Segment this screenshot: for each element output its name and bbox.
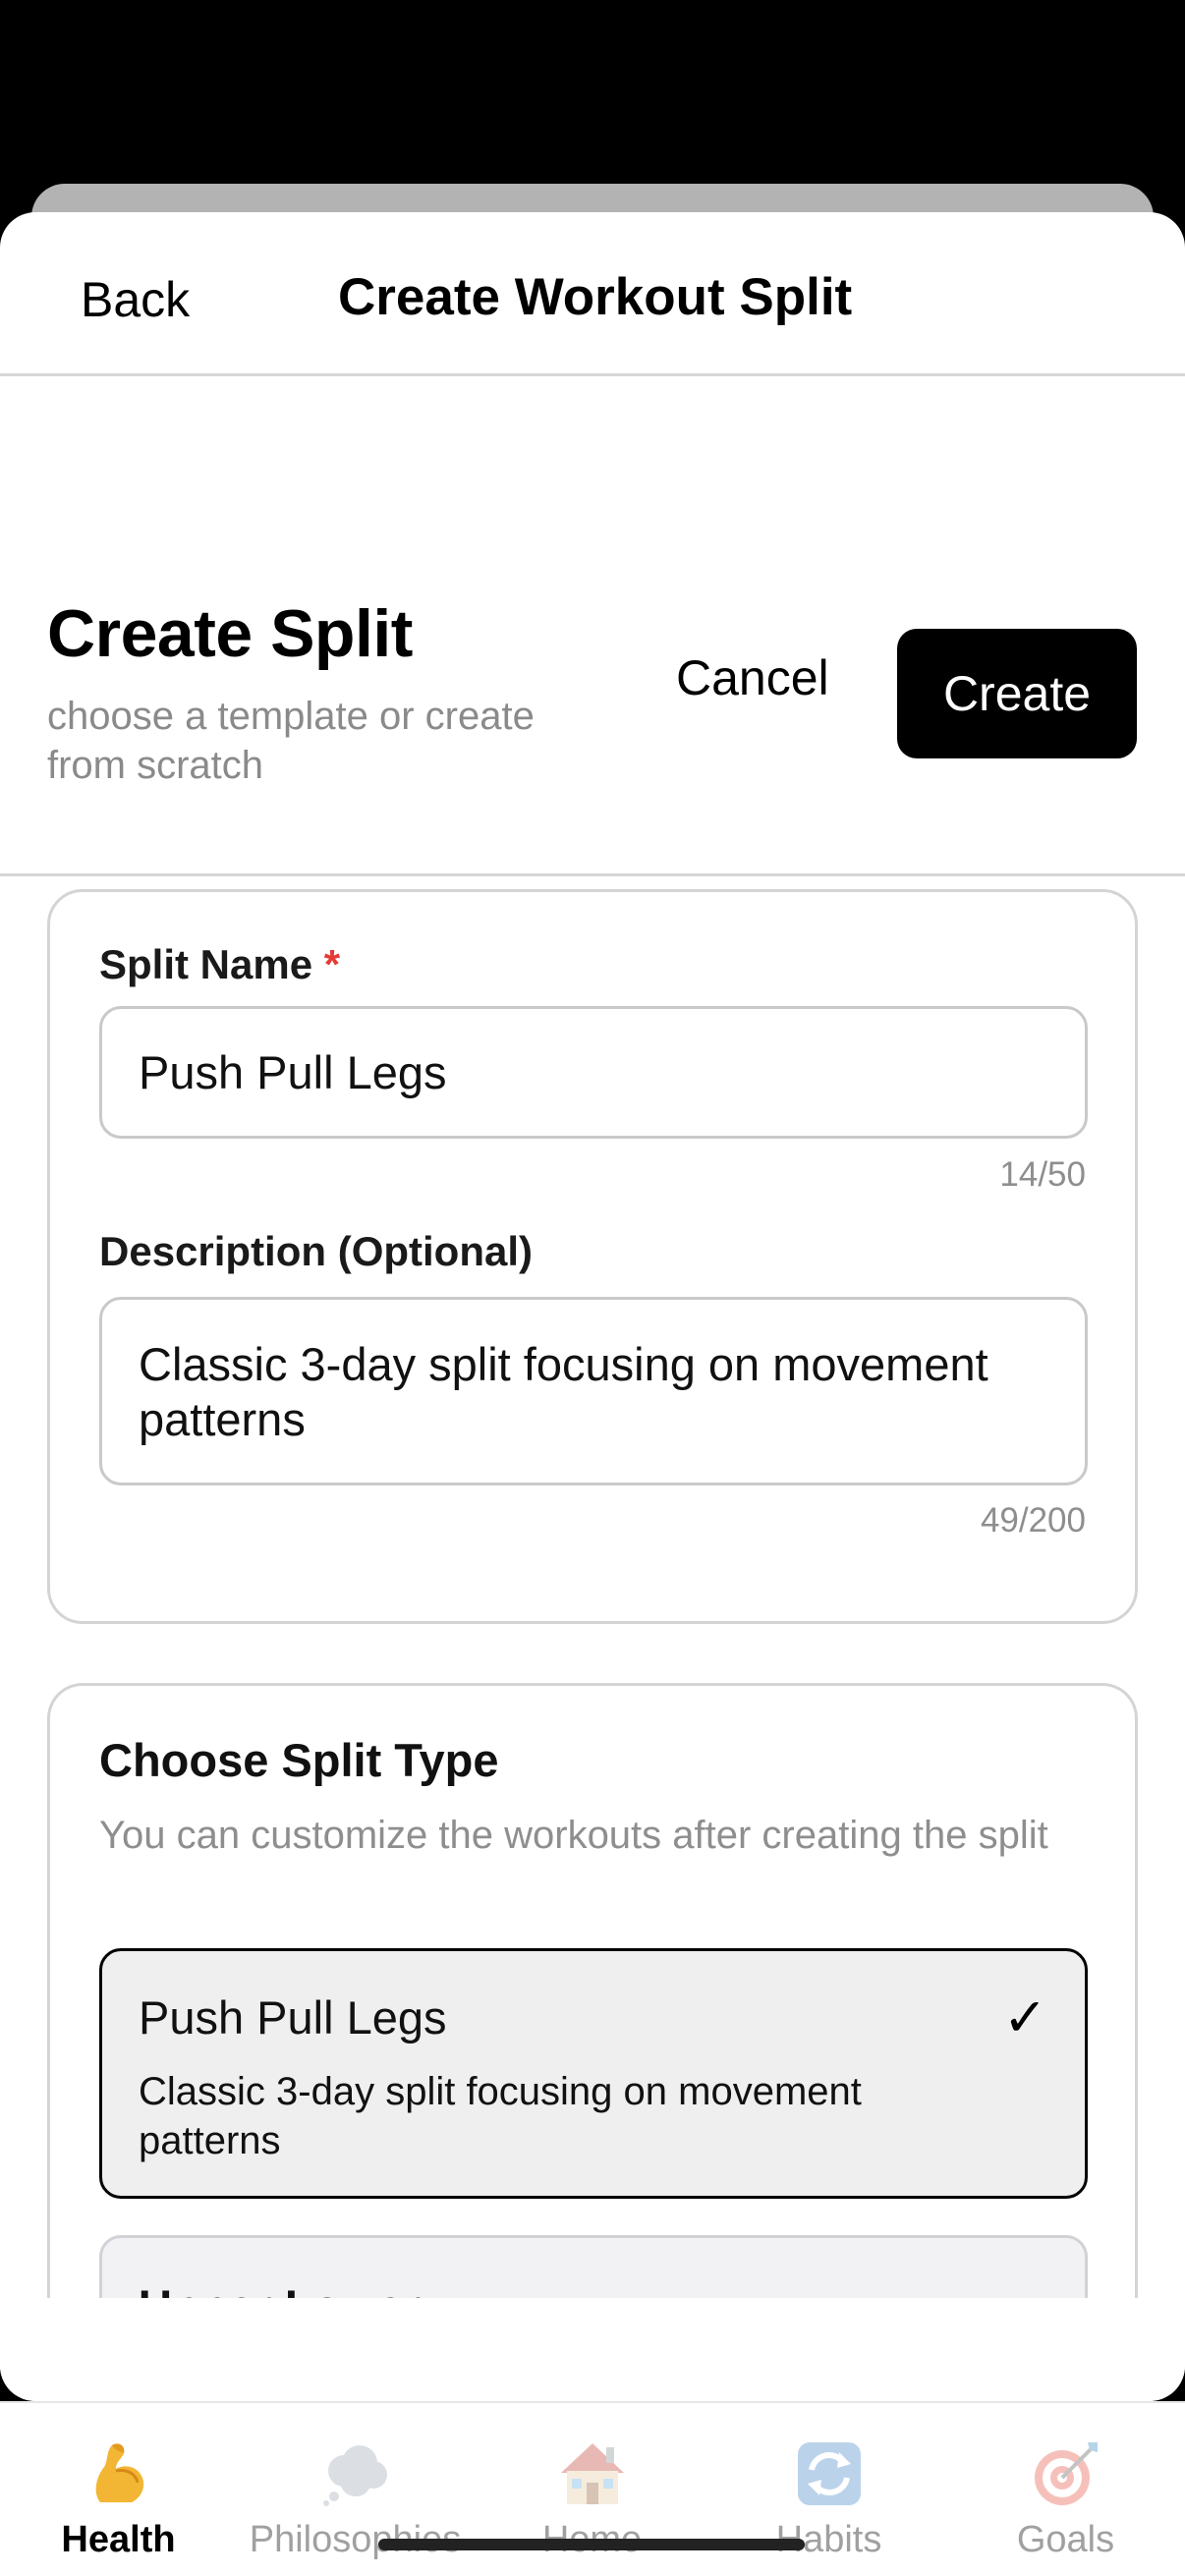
tab-label: Health (61, 2519, 176, 2560)
split-details-card: Split Name * Push Pull Legs 14/50 Descri… (47, 889, 1138, 1624)
split-option-push-pull-legs[interactable]: Push Pull Legs Classic 3-day split focus… (99, 1948, 1088, 2199)
dart-target-icon (947, 2435, 1184, 2513)
page-subtitle: choose a template or create from scratch (47, 695, 535, 787)
checkmark-icon: ✓ (1002, 1988, 1047, 2047)
split-name-value: Push Pull Legs (139, 1046, 447, 1098)
flexed-biceps-icon (0, 2435, 237, 2513)
thought-cloud-icon (237, 2435, 474, 2513)
create-split-header: Create Split choose a template or create… (0, 212, 1185, 876)
split-type-subtitle: You can customize the workouts after cre… (99, 1814, 1048, 1857)
split-name-input[interactable]: Push Pull Legs (99, 1006, 1088, 1139)
tab-label: Goals (1016, 2519, 1115, 2560)
create-button[interactable]: Create (897, 629, 1137, 758)
cancel-button[interactable]: Cancel (676, 649, 829, 706)
split-name-label-text: Split Name (99, 941, 313, 987)
page-title: Create Split (47, 596, 413, 671)
option-description: Classic 3-day split focusing on movement… (139, 2070, 862, 2162)
modal-sheet: Back Create Workout Split Create Split c… (0, 212, 1185, 2401)
split-type-title: Choose Split Type (99, 1734, 499, 1786)
repeat-arrows-icon (710, 2435, 947, 2513)
split-type-card: Choose Split Type You can customize the … (47, 1683, 1138, 2401)
option-name: Push Pull Legs (139, 1991, 447, 2044)
house-icon (474, 2435, 710, 2513)
tab-health[interactable]: Health (0, 2403, 237, 2576)
home-indicator[interactable] (378, 2539, 805, 2550)
description-value: Classic 3-day split focusing on movement… (139, 1338, 988, 1445)
required-marker: * (323, 941, 341, 987)
scroll-clip (0, 2298, 1185, 2401)
tab-goals[interactable]: Goals (947, 2403, 1184, 2576)
description-label: Description (Optional) (99, 1228, 533, 1274)
split-name-counter: 14/50 (999, 1155, 1086, 1194)
split-name-label: Split Name * (99, 941, 340, 988)
description-counter: 49/200 (980, 1501, 1086, 1540)
description-input[interactable]: Classic 3-day split focusing on movement… (99, 1297, 1088, 1485)
